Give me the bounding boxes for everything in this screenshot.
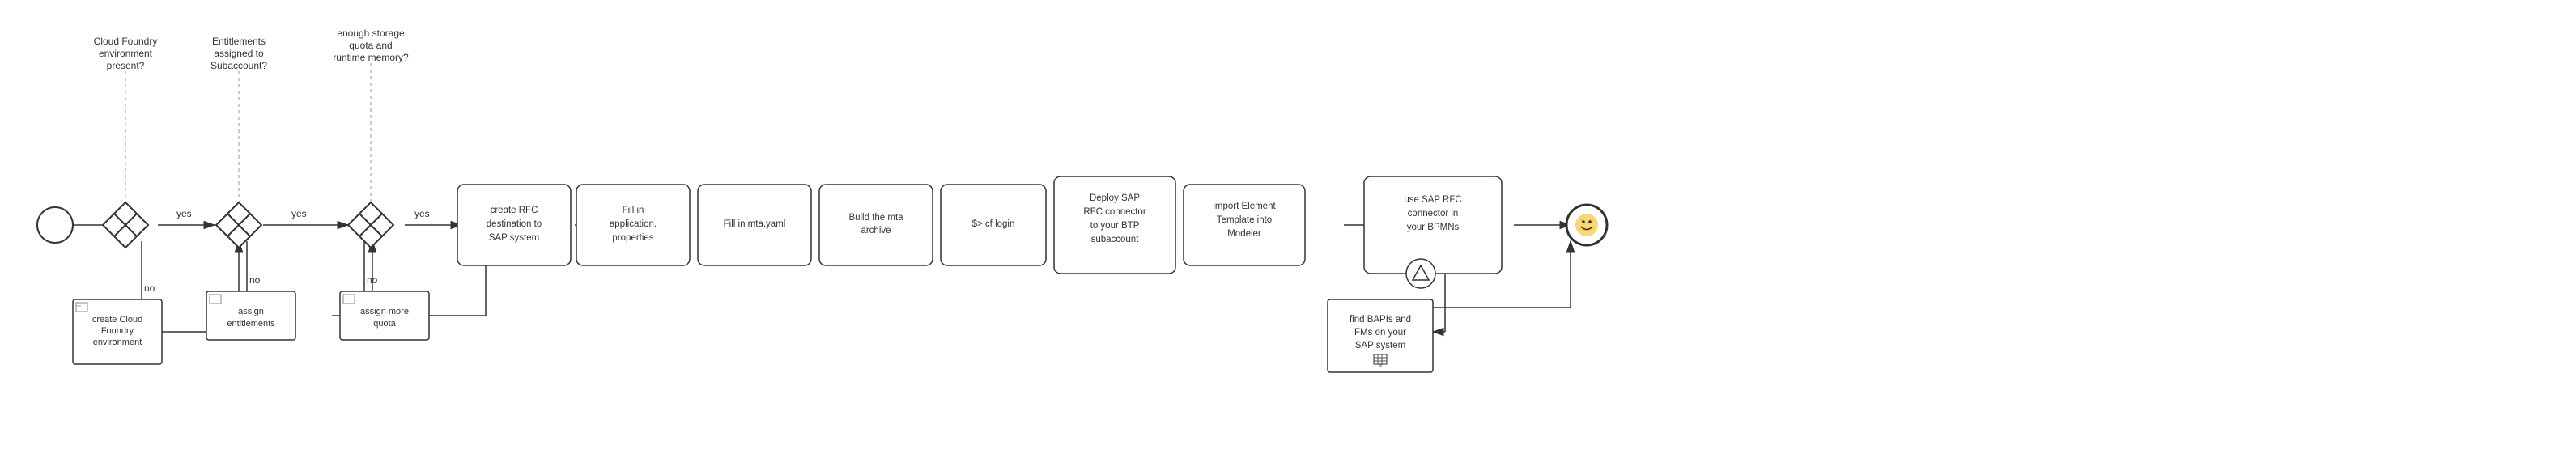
svg-text:Template into: Template into	[1217, 215, 1272, 225]
svg-text:to your BTP: to your BTP	[1090, 221, 1140, 231]
svg-text:destination to: destination to	[487, 219, 542, 229]
start-event	[37, 207, 73, 243]
task-fill-properties: Fill in application. properties	[576, 185, 690, 265]
label-no2: no	[249, 274, 261, 286]
svg-text:your BPMNs: your BPMNs	[1407, 223, 1460, 232]
task-find-bapis: find BAPIs and FMs on your SAP system	[1328, 299, 1433, 372]
question-3-text: enough storage	[337, 28, 405, 39]
task-mta-yaml: Fill in mta.yaml	[698, 185, 811, 265]
bpmn-diagram: yes no yes no yes no	[0, 0, 2576, 450]
svg-text:create RFC: create RFC	[491, 206, 538, 215]
svg-text:assign more: assign more	[360, 307, 409, 316]
question-2-text: Entitlements	[212, 36, 266, 47]
label-yes1: yes	[176, 208, 192, 219]
label-no3: no	[367, 274, 378, 286]
svg-text:Build the mta: Build the mta	[848, 213, 903, 223]
svg-text:assign: assign	[238, 307, 264, 316]
task-import-element: import Element Template into Modeler	[1184, 185, 1305, 265]
diagram-svg: yes no yes no yes no	[0, 0, 2576, 450]
svg-text:find BAPIs and: find BAPIs and	[1350, 315, 1411, 325]
svg-text:FMs on your: FMs on your	[1354, 328, 1406, 338]
svg-text:use SAP RFC: use SAP RFC	[1404, 195, 1461, 205]
smiley-face	[1575, 214, 1598, 236]
svg-text:Foundry: Foundry	[101, 326, 134, 336]
question-1-text: Cloud Foundry	[94, 36, 158, 47]
svg-text:import Element: import Element	[1213, 202, 1276, 211]
svg-text:Fill in mta.yaml: Fill in mta.yaml	[724, 219, 786, 229]
task-cf-login: $> cf login	[941, 185, 1046, 265]
svg-text:create Cloud: create Cloud	[92, 315, 142, 325]
task-assign-quota: assign more quota	[340, 291, 429, 340]
svg-text:Modeler: Modeler	[1227, 229, 1261, 239]
svg-text:properties: properties	[612, 233, 653, 243]
svg-text:entitlements: entitlements	[227, 319, 275, 329]
svg-text:SAP system: SAP system	[489, 233, 539, 243]
intermediate-event-triangle	[1406, 259, 1435, 288]
question-3-text2: quota and	[349, 40, 392, 51]
question-2-text2: assigned to	[214, 48, 264, 59]
svg-text:Fill in: Fill in	[623, 206, 644, 215]
question-1-text2: environment	[99, 48, 153, 59]
svg-text:archive: archive	[861, 226, 891, 236]
task-build-mta: Build the mta archive	[819, 185, 933, 265]
task-deploy-rfc: Deploy SAP RFC connector to your BTP sub…	[1054, 176, 1175, 274]
gateway-3	[348, 202, 393, 248]
task-create-cf: create Cloud Foundry environment	[73, 299, 162, 364]
svg-text:environment: environment	[93, 338, 142, 347]
gateway-2	[216, 202, 261, 248]
svg-text:Deploy SAP: Deploy SAP	[1090, 193, 1140, 203]
svg-text:quota: quota	[373, 319, 396, 329]
svg-text:application.: application.	[610, 219, 657, 229]
svg-text:RFC connector: RFC connector	[1083, 207, 1146, 217]
task-rfc-destination: create RFC destination to SAP system	[457, 185, 571, 265]
question-2-text3: Subaccount?	[210, 60, 267, 71]
svg-text:SAP system: SAP system	[1355, 341, 1405, 350]
question-3-text3: runtime memory?	[333, 52, 409, 63]
svg-text:$> cf login: $> cf login	[972, 219, 1015, 229]
label-yes2: yes	[291, 208, 307, 219]
task-assign-entitlements: assign entitlements	[206, 291, 295, 340]
gateway-1	[103, 202, 148, 248]
svg-text:subaccount: subaccount	[1091, 235, 1140, 244]
task-use-rfc: use SAP RFC connector in your BPMNs	[1364, 176, 1502, 274]
svg-text:connector in: connector in	[1408, 209, 1459, 219]
question-1-text3: present?	[107, 60, 145, 71]
label-no1: no	[144, 282, 155, 294]
label-yes3: yes	[414, 208, 430, 219]
